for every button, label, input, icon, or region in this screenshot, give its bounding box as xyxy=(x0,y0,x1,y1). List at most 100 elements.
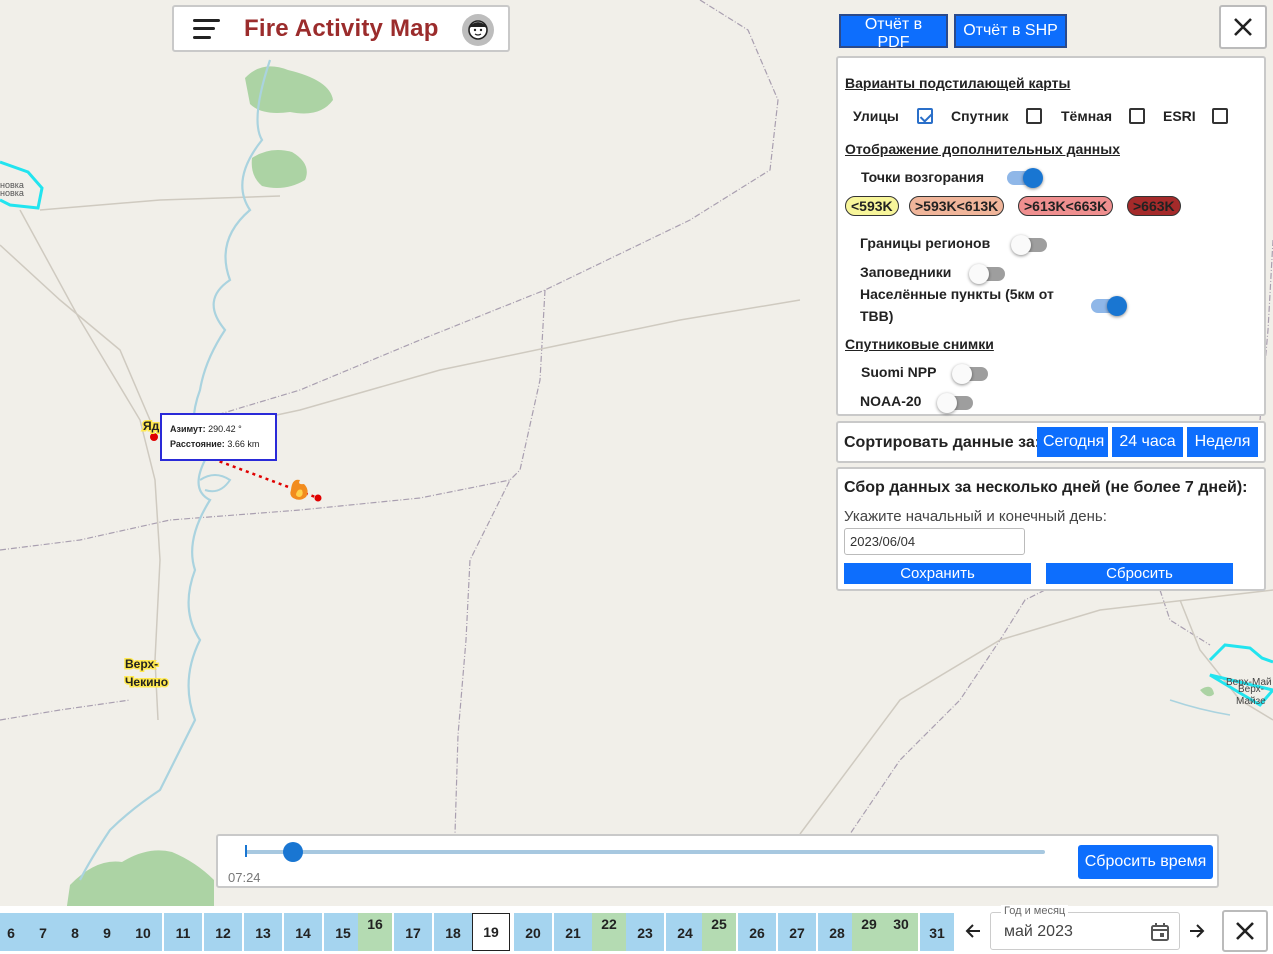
suomi-toggle[interactable] xyxy=(952,364,988,384)
temp-badge-mid[interactable]: >593K<613K xyxy=(909,196,1005,216)
map-label: Верх- xyxy=(125,657,158,671)
map-label: Яд xyxy=(143,419,160,433)
distance-value: 3.66 km xyxy=(227,439,260,449)
satellite-images-title: Спутниковые снимки xyxy=(845,336,994,352)
day-cell-31[interactable]: 31 xyxy=(920,913,954,951)
regions-label: Границы регионов xyxy=(860,235,991,251)
close-calendar-button[interactable] xyxy=(1222,910,1268,952)
suomi-label: Suomi NPP xyxy=(861,364,937,380)
temp-badge-extreme[interactable]: >663K xyxy=(1127,196,1181,216)
settlements-label-cont: ТВВ) xyxy=(860,308,894,324)
day-cell-7[interactable]: 7 xyxy=(26,913,60,951)
day-cell-23[interactable]: 23 xyxy=(626,913,664,951)
title-bar: Fire Activity Map xyxy=(172,5,510,52)
date-range-input[interactable] xyxy=(844,528,1025,555)
day-cell-15[interactable]: 15 xyxy=(324,913,362,951)
slider-start-mark xyxy=(245,845,247,857)
map-label: новка xyxy=(0,188,24,198)
basemap-dark-checkbox[interactable] xyxy=(1129,108,1145,124)
day-cell-6[interactable]: 6 xyxy=(0,913,28,951)
report-pdf-button[interactable]: Отчёт в PDF xyxy=(839,14,948,51)
collect-title: Сбор данных за несколько дней (не более … xyxy=(844,479,1248,496)
day-cell-14[interactable]: 14 xyxy=(284,913,322,951)
calendar-icon[interactable] xyxy=(1150,922,1170,942)
settlements-toggle[interactable] xyxy=(1091,296,1127,316)
noaa-label: NOAA-20 xyxy=(860,393,922,409)
day-cell-22[interactable]: 22 xyxy=(592,913,626,951)
month-picker-value: май 2023 xyxy=(1004,923,1073,940)
arrow-left-icon xyxy=(965,924,980,938)
sort-label: Сортировать данные за: xyxy=(844,434,1041,451)
day-cell-18[interactable]: 18 xyxy=(434,913,472,951)
reset-time-button[interactable]: Сбросить время xyxy=(1078,845,1213,879)
day-cell-11[interactable]: 11 xyxy=(164,913,202,951)
day-cell-12[interactable]: 12 xyxy=(204,913,242,951)
basemap-esri-checkbox[interactable] xyxy=(1212,108,1228,124)
measure-tooltip: Азимут: 290.42 ° Расстояние: 3.66 km xyxy=(160,413,277,461)
basemap-esri-label: ESRI xyxy=(1163,108,1196,124)
map-label: Чекино xyxy=(125,675,168,689)
close-panel-button[interactable] xyxy=(1219,5,1267,49)
settlements-label: Населённые пункты (5км от xyxy=(860,286,1054,302)
collect-reset-button[interactable]: Сбросить xyxy=(1046,563,1233,584)
layers-panel: Варианты подстилающей карты Улицы Спутни… xyxy=(836,56,1266,416)
day-cell-8[interactable]: 8 xyxy=(58,913,92,951)
collect-save-button[interactable]: Сохранить xyxy=(844,563,1031,584)
time-slider-handle[interactable] xyxy=(283,842,303,862)
day-cell-29[interactable]: 29 xyxy=(852,913,886,951)
basemap-satellite-label: Спутник xyxy=(951,108,1009,124)
day-cell-24[interactable]: 24 xyxy=(666,913,704,951)
azimuth-value: 290.42 ° xyxy=(208,424,242,434)
extra-data-title: Отображение дополнительных данных xyxy=(845,141,1120,157)
menu-icon[interactable] xyxy=(193,18,220,39)
day-cell-9[interactable]: 9 xyxy=(90,913,124,951)
day-cell-25[interactable]: 25 xyxy=(702,913,736,951)
day-cell-30[interactable]: 30 xyxy=(884,913,918,951)
hotspots-label: Точки возгорания xyxy=(861,169,985,185)
sort-24h-button[interactable]: 24 часа xyxy=(1112,427,1183,457)
regions-toggle[interactable] xyxy=(1011,235,1047,255)
day-cell-28[interactable]: 28 xyxy=(818,913,856,951)
time-slider-panel: 07:24 Сбросить время xyxy=(216,834,1219,888)
day-cell-20[interactable]: 20 xyxy=(514,913,552,951)
slider-time-label: 07:24 xyxy=(228,870,261,885)
distance-label: Расстояние: xyxy=(170,439,225,449)
collect-panel: Сбор данных за несколько дней (не более … xyxy=(836,467,1266,591)
prev-month-button[interactable] xyxy=(964,920,984,942)
app-title: Fire Activity Map xyxy=(244,14,439,42)
day-cell-26[interactable]: 26 xyxy=(738,913,776,951)
reserves-toggle[interactable] xyxy=(969,264,1005,284)
sort-panel: Сортировать данные за: Сегодня 24 часа Н… xyxy=(836,421,1266,463)
basemap-streets-label: Улицы xyxy=(853,108,899,124)
close-icon xyxy=(1234,18,1252,36)
time-slider-track[interactable] xyxy=(245,842,1045,862)
temp-badge-low[interactable]: <593K xyxy=(845,196,899,216)
map-label: Верх- xyxy=(1238,684,1264,695)
map-label: Майзе xyxy=(1236,696,1266,707)
close-icon xyxy=(1236,922,1254,940)
noaa-toggle[interactable] xyxy=(937,393,973,413)
report-shp-button[interactable]: Отчёт в SHP xyxy=(954,14,1067,48)
day-cell-13[interactable]: 13 xyxy=(244,913,282,951)
day-cell-17[interactable]: 17 xyxy=(394,913,432,951)
reserves-label: Заповедники xyxy=(860,264,952,280)
month-picker[interactable]: Год и месяц май 2023 xyxy=(990,905,1180,950)
day-cell-10[interactable]: 10 xyxy=(124,913,162,951)
day-cell-21[interactable]: 21 xyxy=(554,913,592,951)
user-avatar-icon[interactable] xyxy=(462,14,494,46)
day-cell-16[interactable]: 16 xyxy=(358,913,392,951)
month-picker-label: Год и месяц xyxy=(1001,905,1069,917)
sort-week-button[interactable]: Неделя xyxy=(1187,427,1258,457)
arrow-right-icon xyxy=(1190,924,1205,938)
azimuth-label: Азимут: xyxy=(170,424,206,434)
temp-badge-high[interactable]: >613K<663K xyxy=(1018,196,1114,216)
next-month-button[interactable] xyxy=(1186,920,1206,942)
basemap-streets-checkbox[interactable] xyxy=(917,108,933,124)
sort-today-button[interactable]: Сегодня xyxy=(1037,427,1108,457)
collect-hint: Укажите начальный и конечный день: xyxy=(844,508,1107,525)
hotspots-toggle[interactable] xyxy=(1007,168,1043,188)
basemap-satellite-checkbox[interactable] xyxy=(1026,108,1042,124)
day-cell-19[interactable]: 19 xyxy=(472,913,510,951)
basemap-dark-label: Тёмная xyxy=(1061,108,1113,124)
day-cell-27[interactable]: 27 xyxy=(778,913,816,951)
